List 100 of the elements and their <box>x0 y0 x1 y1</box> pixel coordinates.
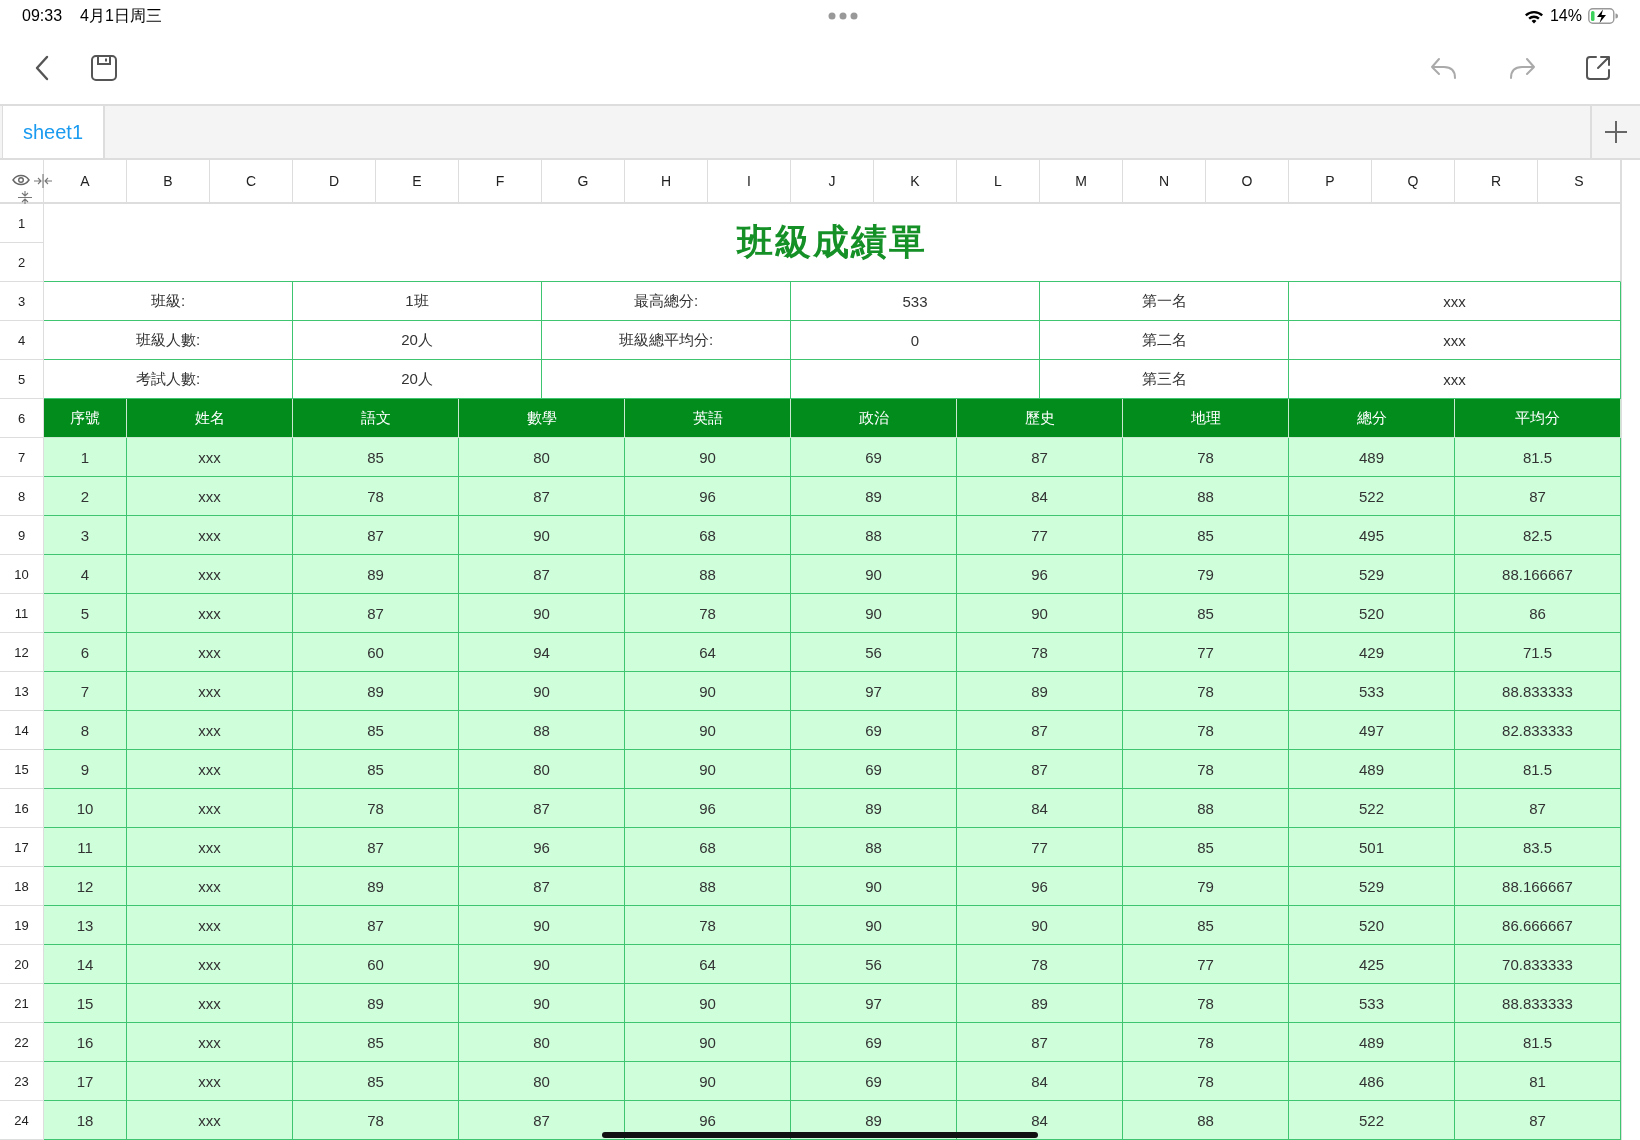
table-cell: 96 <box>957 867 1123 906</box>
table-cell: 86 <box>1455 594 1621 633</box>
table-cell: xxx <box>127 477 293 516</box>
table-cell: 529 <box>1289 867 1455 906</box>
header-cell: 地理 <box>1123 399 1289 438</box>
table-cell: 88.166667 <box>1455 555 1621 594</box>
table-cell: 88 <box>459 711 625 750</box>
more-dots-icon[interactable] <box>827 12 858 20</box>
student-name: xxx <box>1289 321 1621 360</box>
share-icon[interactable] <box>1584 54 1612 82</box>
table-cell: 88 <box>1123 789 1289 828</box>
table-cell: 80 <box>459 1023 625 1062</box>
table-cell: xxx <box>127 945 293 984</box>
table-cell: xxx <box>127 789 293 828</box>
eye-icon[interactable] <box>12 174 30 186</box>
table-cell: 501 <box>1289 828 1455 867</box>
table-cell: 81.5 <box>1455 438 1621 477</box>
table-cell: 90 <box>625 1062 791 1101</box>
table-cell: 90 <box>625 711 791 750</box>
table-cell: 89 <box>791 789 957 828</box>
table-cell: 88 <box>1123 477 1289 516</box>
table-cell: 78 <box>625 906 791 945</box>
header-cell: 政治 <box>791 399 957 438</box>
collapse-columns-icon[interactable] <box>33 173 53 189</box>
info-label: 班級: <box>44 282 293 321</box>
table-cell: 68 <box>625 516 791 555</box>
table-cell: 87 <box>293 516 459 555</box>
table-cell: 1 <box>44 438 127 477</box>
table-cell: 78 <box>625 594 791 633</box>
table-cell: 522 <box>1289 1101 1455 1140</box>
wifi-icon <box>1523 8 1544 24</box>
table-cell: 3 <box>44 516 127 555</box>
table-cell: 87 <box>1455 789 1621 828</box>
rank-label: 第二名 <box>1040 321 1289 360</box>
table-cell: 78 <box>1123 438 1289 477</box>
table-cell: 96 <box>625 789 791 828</box>
table-cell: 79 <box>1123 867 1289 906</box>
table-cell: 81.5 <box>1455 1023 1621 1062</box>
table-cell: 83.5 <box>1455 828 1621 867</box>
header-cell: 歷史 <box>957 399 1123 438</box>
table-cell: 78 <box>1123 750 1289 789</box>
table-cell: 90 <box>459 945 625 984</box>
table-cell: 60 <box>293 633 459 672</box>
table-cell: 69 <box>791 1023 957 1062</box>
save-icon[interactable] <box>90 54 118 82</box>
table-cell: 82.5 <box>1455 516 1621 555</box>
table-cell: 87 <box>957 711 1123 750</box>
table-cell: 87 <box>957 1023 1123 1062</box>
table-cell: 89 <box>957 672 1123 711</box>
table-cell: 89 <box>293 867 459 906</box>
table-cell: 85 <box>1123 828 1289 867</box>
table-cell: 90 <box>791 867 957 906</box>
header-cell: 姓名 <box>127 399 293 438</box>
table-cell: 87 <box>459 555 625 594</box>
table-cell: 7 <box>44 672 127 711</box>
table-cell: 18 <box>44 1101 127 1140</box>
table-cell: 96 <box>625 477 791 516</box>
table-cell: 90 <box>791 906 957 945</box>
table-cell: 87 <box>957 750 1123 789</box>
table-cell: 87 <box>459 1101 625 1140</box>
table-cell: 529 <box>1289 555 1455 594</box>
table-cell: 90 <box>625 438 791 477</box>
info-label: 考試人數: <box>44 360 293 399</box>
table-cell: 85 <box>293 438 459 477</box>
table-cell: 9 <box>44 750 127 789</box>
table-cell: 486 <box>1289 1062 1455 1101</box>
table-cell: 90 <box>459 984 625 1023</box>
header-cell: 總分 <box>1289 399 1455 438</box>
collapse-rows-icon[interactable] <box>17 191 33 204</box>
table-cell: 71.5 <box>1455 633 1621 672</box>
table-cell: 94 <box>459 633 625 672</box>
table-cell: 56 <box>791 945 957 984</box>
table-cell: xxx <box>127 1101 293 1140</box>
table-cell: 78 <box>1123 1023 1289 1062</box>
table-cell: 84 <box>957 789 1123 828</box>
table-cell: 86.666667 <box>1455 906 1621 945</box>
table-cell: xxx <box>127 750 293 789</box>
table-cell: 88 <box>625 867 791 906</box>
table-cell: 90 <box>459 594 625 633</box>
table-cell: 520 <box>1289 594 1455 633</box>
table-cell: 6 <box>44 633 127 672</box>
info-label: 班級總平均分: <box>542 321 791 360</box>
table-cell: 88.166667 <box>1455 867 1621 906</box>
table-cell: 96 <box>957 555 1123 594</box>
table-cell: 489 <box>1289 1023 1455 1062</box>
header-cell: 英語 <box>625 399 791 438</box>
battery-charging-icon <box>1588 8 1618 24</box>
table-cell: 78 <box>1123 1062 1289 1101</box>
table-cell: 64 <box>625 633 791 672</box>
table-cell: 90 <box>459 516 625 555</box>
table-cell: xxx <box>127 828 293 867</box>
table-cell: 89 <box>293 555 459 594</box>
table-cell: 87 <box>1455 477 1621 516</box>
table-cell: 497 <box>1289 711 1455 750</box>
table-cell: 90 <box>625 672 791 711</box>
table-cell: 77 <box>1123 945 1289 984</box>
table-cell: 96 <box>459 828 625 867</box>
table-cell: 87 <box>293 906 459 945</box>
table-cell: 78 <box>293 477 459 516</box>
table-cell: 85 <box>293 750 459 789</box>
